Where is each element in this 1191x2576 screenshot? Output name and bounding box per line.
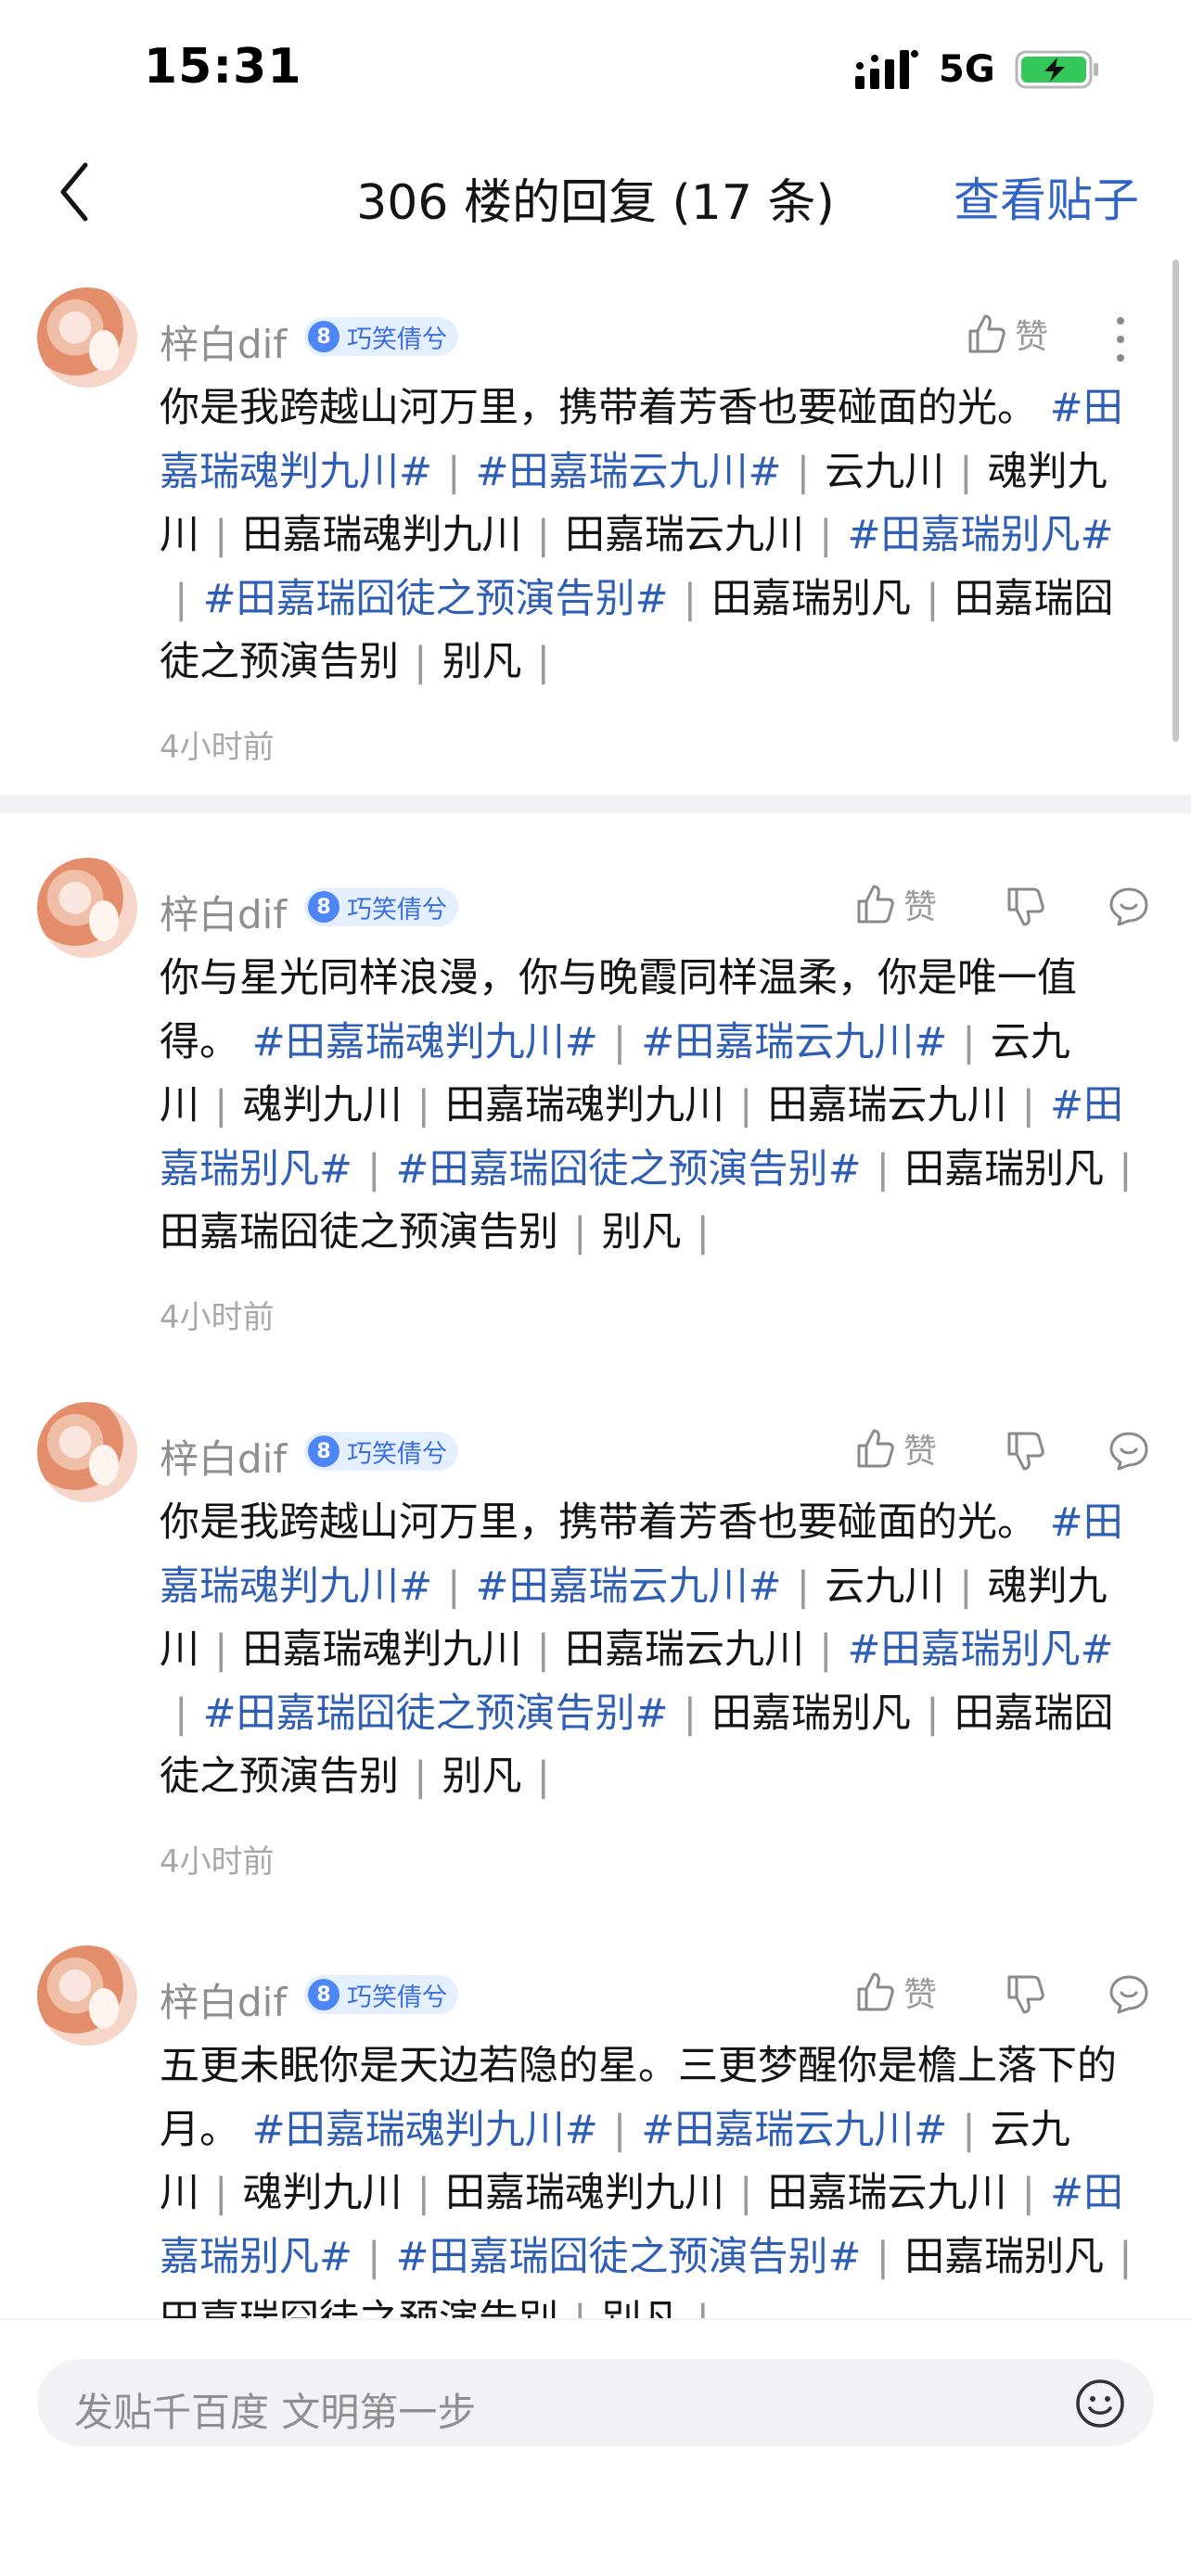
topic-text: 魂判九川 <box>242 2170 403 2216</box>
topic-text: 别凡 <box>442 1753 522 1800</box>
username[interactable]: 梓白dif <box>160 1428 287 1485</box>
view-post-link[interactable]: 查看贴子 <box>954 163 1139 230</box>
battery-icon <box>1015 50 1098 89</box>
topic-text: 田嘉瑞魂判九川 <box>445 1082 724 1129</box>
reply-item: 梓白dif 8 巧笑倩兮 赞 五更未眠你是天边若隐的星。三更梦醒你是檐上落下的月… <box>0 1945 1191 2320</box>
emoji-icon[interactable] <box>1074 2378 1126 2429</box>
level-badge: 8 <box>308 891 339 923</box>
comment-icon[interactable] <box>1108 1430 1150 1473</box>
reply-text: 你是我跨越山河万里，携带着芳香也要碰面的光。 <box>160 385 1037 431</box>
reply-content: 五更未眠你是天边若隐的星。三更梦醒你是檐上落下的月。 #田嘉瑞魂判九川# | #田嘉… <box>160 2034 1147 2320</box>
level-badge: 8 <box>308 321 339 352</box>
comment-icon[interactable] <box>1108 886 1150 928</box>
avatar[interactable] <box>37 1945 137 2046</box>
topic-tag[interactable]: #田嘉瑞云九川# <box>641 1019 947 1065</box>
topic-text: 田嘉瑞魂判九川 <box>242 1626 522 1673</box>
topic-text: 田嘉瑞别凡 <box>711 575 912 622</box>
input-placeholder: 发贴千百度 文明第一步 <box>74 2390 477 2435</box>
comment-icon[interactable] <box>1108 1973 1150 2016</box>
level-badge: 8 <box>308 1979 339 2010</box>
like-label: 赞 <box>903 1433 938 1471</box>
topic-tag[interactable]: #田嘉瑞云九川# <box>641 2107 947 2153</box>
topic-text: 田嘉瑞别凡 <box>904 2233 1105 2280</box>
reply-time: 4小时前 <box>160 1843 275 1881</box>
user-badge: 8 巧笑倩兮 <box>304 317 458 356</box>
thumbs-down-icon[interactable] <box>1004 1430 1046 1473</box>
like-button[interactable]: 赞 <box>853 1968 937 2016</box>
topic-tag[interactable]: #田嘉瑞囧徒之预演告别# <box>203 1690 669 1737</box>
topic-text: 云九川 <box>825 1562 945 1610</box>
badge-title: 巧笑倩兮 <box>347 895 447 925</box>
topic-tag[interactable]: #田嘉瑞别凡# <box>848 1626 1114 1673</box>
topic-text: 田嘉瑞囧徒之预演告别 <box>160 1209 558 1256</box>
level-badge: 8 <box>308 1435 339 1467</box>
username[interactable]: 梓白dif <box>160 884 287 940</box>
reply-content: 你是我跨越山河万里，携带着芳香也要碰面的光。 #田嘉瑞魂判九川# | #田嘉瑞云九川… <box>160 1499 1123 1800</box>
topic-tag[interactable]: #田嘉瑞囧徒之预演告别# <box>396 1146 862 1192</box>
topic-tag[interactable]: #田嘉瑞囧徒之预演告别# <box>203 576 669 622</box>
topic-tag[interactable]: #田嘉瑞囧徒之预演告别# <box>396 2234 862 2280</box>
topic-tag[interactable]: #田嘉瑞云九川# <box>476 1563 782 1610</box>
like-label: 赞 <box>903 888 938 926</box>
topic-text: 田嘉瑞魂判九川 <box>242 512 522 558</box>
signal-icon <box>855 50 918 89</box>
more-icon[interactable] <box>1113 315 1128 363</box>
like-label: 赞 <box>903 1976 938 2014</box>
status-bar: 15:31 5G <box>0 0 1191 139</box>
user-badge: 8 巧笑倩兮 <box>304 887 458 926</box>
topic-text: 别凡 <box>442 639 522 685</box>
username[interactable]: 梓白dif <box>160 1971 287 2028</box>
like-button[interactable]: 赞 <box>965 310 1048 358</box>
reply-time: 4小时前 <box>160 729 275 766</box>
user-badge: 8 巧笑倩兮 <box>304 1975 458 2014</box>
avatar[interactable] <box>37 1402 137 1502</box>
reply-content: 你是我跨越山河万里，携带着芳香也要碰面的光。 #田嘉瑞魂判九川# | #田嘉瑞云九川… <box>160 385 1123 685</box>
topic-text: 田嘉瑞云九川 <box>565 512 804 558</box>
badge-title: 巧笑倩兮 <box>347 1983 447 2012</box>
topic-tag[interactable]: #田嘉瑞魂判九川# <box>252 2107 598 2153</box>
topic-text: 田嘉瑞别凡 <box>711 1690 912 1737</box>
like-button[interactable]: 赞 <box>853 880 937 928</box>
topic-text: 云九川 <box>825 448 945 495</box>
topic-tag[interactable]: #田嘉瑞别凡# <box>848 512 1114 558</box>
topic-text: 田嘉瑞云九川 <box>767 1082 1007 1129</box>
topic-text: 田嘉瑞别凡 <box>904 1145 1105 1192</box>
nav-bar: 306 楼的回复 (17 条) 查看贴子 <box>0 139 1191 250</box>
scrollbar[interactable] <box>1172 260 1179 742</box>
thumbs-up-icon <box>968 314 1005 353</box>
topic-tag[interactable]: #田嘉瑞云九川# <box>476 449 782 495</box>
reply-content: 你与星光同样浪漫，你与晚霞同样温柔，你是唯一值得。 #田嘉瑞魂判九川# | #田嘉瑞… <box>160 955 1133 1256</box>
topic-text: 田嘉瑞云九川 <box>767 2170 1007 2216</box>
thumbs-up-icon <box>857 1972 894 2011</box>
topic-text: 魂判九川 <box>242 1082 403 1129</box>
avatar[interactable] <box>37 858 137 958</box>
reply-input-bar: 发贴千百度 文明第一步 <box>0 2320 1191 2576</box>
status-time: 15:31 <box>144 39 302 95</box>
username[interactable]: 梓白dif <box>160 313 287 370</box>
topic-tag[interactable]: #田嘉瑞魂判九川# <box>252 1019 598 1065</box>
topic-text: 别凡 <box>601 1209 682 1256</box>
thumbs-up-icon <box>857 1429 894 1468</box>
thumbs-down-icon[interactable] <box>1004 886 1046 928</box>
thumbs-up-icon <box>857 885 894 924</box>
reply-text: 你是我跨越山河万里，携带着芳香也要碰面的光。 <box>160 1499 1037 1546</box>
like-button[interactable]: 赞 <box>853 1424 937 1473</box>
topic-text: 田嘉瑞魂判九川 <box>445 2170 724 2216</box>
topic-text: 别凡 <box>601 2297 682 2320</box>
user-badge: 8 巧笑倩兮 <box>304 1432 458 1471</box>
network-label: 5G <box>939 48 995 91</box>
avatar[interactable] <box>37 287 137 388</box>
section-divider <box>0 795 1191 813</box>
badge-title: 巧笑倩兮 <box>347 325 447 354</box>
like-label: 赞 <box>1015 318 1049 356</box>
topic-text: 田嘉瑞云九川 <box>565 1626 804 1673</box>
reply-input[interactable]: 发贴千百度 文明第一步 <box>37 2359 1154 2446</box>
topic-text: 田嘉瑞囧徒之预演告别 <box>160 2297 558 2320</box>
reply-time: 4小时前 <box>160 1299 275 1336</box>
thumbs-down-icon[interactable] <box>1004 1973 1046 2016</box>
badge-title: 巧笑倩兮 <box>347 1439 447 1469</box>
